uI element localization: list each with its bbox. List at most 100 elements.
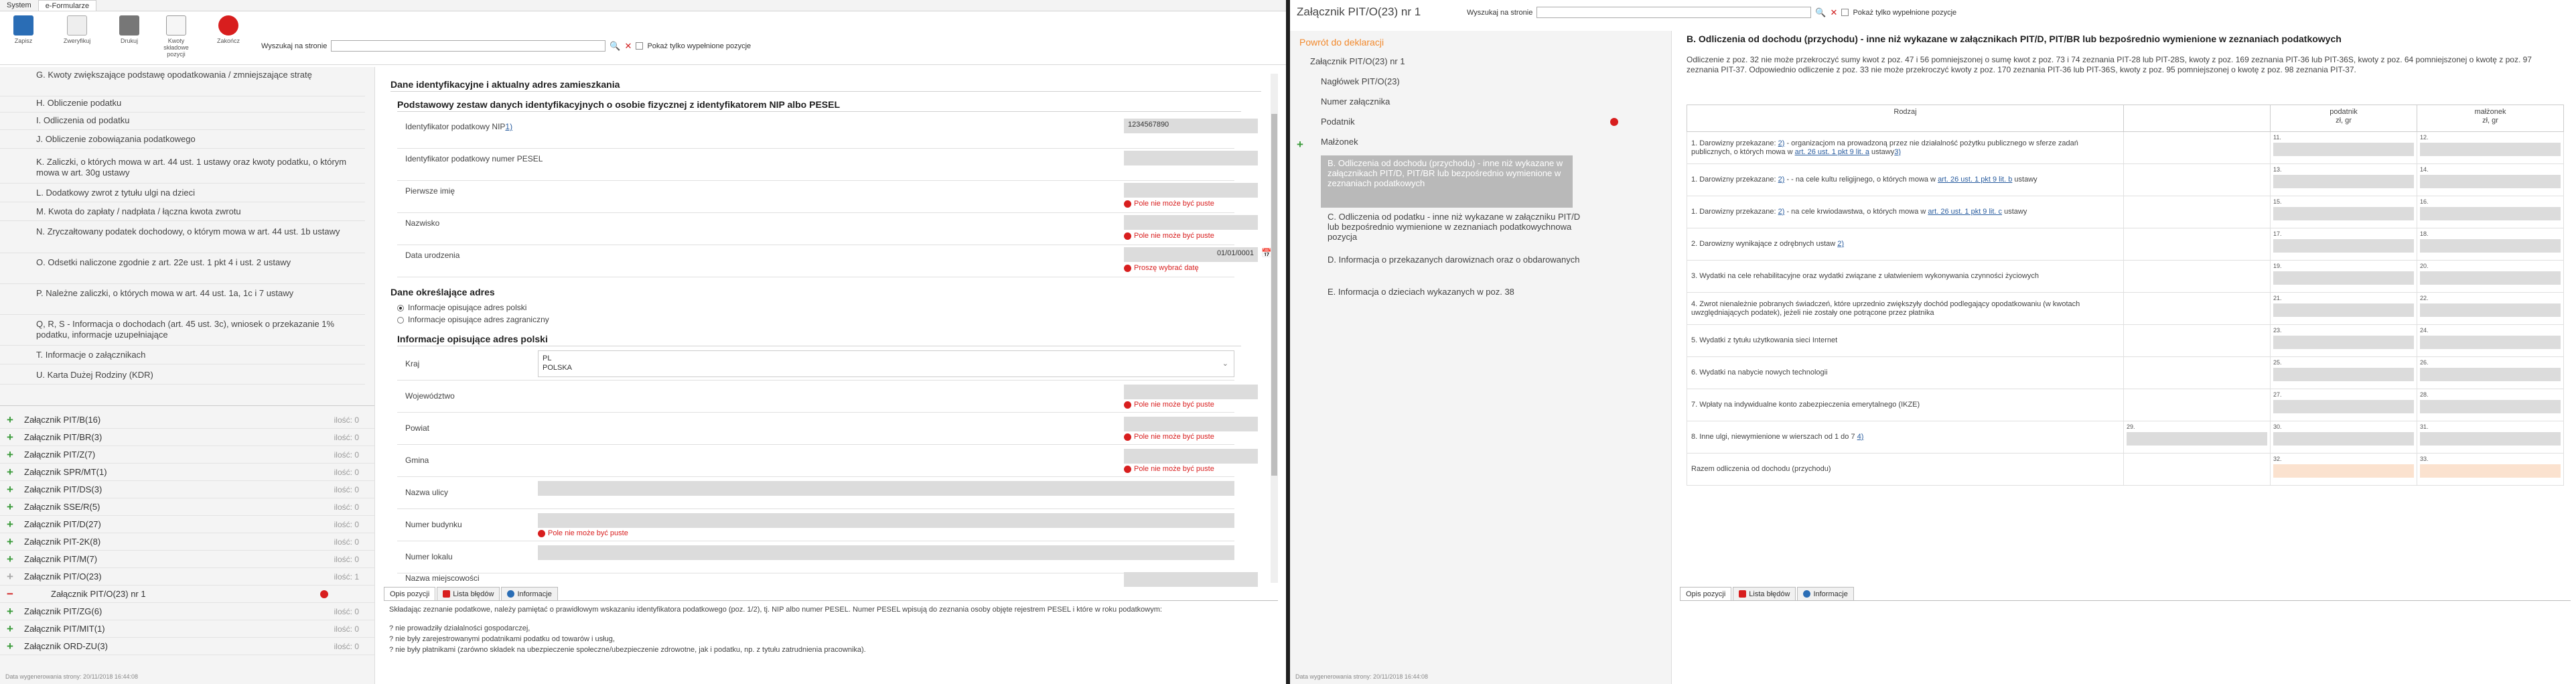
add-icon[interactable]: + [7, 481, 13, 498]
back-to-declaration-link[interactable]: Powrót do deklaracji [1299, 38, 1614, 48]
tab-item-description[interactable]: Opis pozycji [384, 587, 436, 600]
building-number-input[interactable] [538, 513, 1234, 528]
attachment-pit-br[interactable]: + Załącznik PIT/BR(3) ilość: 0 [0, 429, 374, 446]
nav-attachment-root[interactable]: Załącznik PIT/O(23) nr 1 [1310, 56, 1625, 66]
radio-address-polish[interactable]: Informacje opisujące adres polski [397, 303, 526, 312]
footnote-link[interactable]: art. 26 ust. 1 pkt 9 lit. b [1938, 176, 2012, 184]
nip-input[interactable]: 1234567890 [1124, 119, 1258, 133]
nav-section-g[interactable]: G. Kwoty zwiększające podstawę opodatkow… [0, 70, 365, 96]
tab-information[interactable]: Informacje [1797, 587, 1854, 600]
footnote-link[interactable]: art. 26 ust. 1 pkt 9 lit. a [1795, 148, 1869, 156]
nav-section-i[interactable]: I. Odliczenia od podatku [0, 115, 365, 130]
component-amounts-button[interactable]: Kwoty składowe pozycji [158, 15, 194, 58]
remove-icon[interactable]: − [7, 586, 13, 603]
print-button[interactable]: Drukuj [111, 15, 147, 44]
tab-item-description[interactable]: Opis pozycji [1680, 587, 1732, 600]
attachment-pit-o[interactable]: + Załącznik PIT/O(23) ilość: 1 [0, 568, 374, 586]
nav-section-o[interactable]: O. Odsetki naliczone zgodnie z art. 22e … [0, 257, 365, 284]
tab-information[interactable]: Informacje [501, 587, 558, 600]
amount-input[interactable] [2273, 303, 2414, 317]
nav-section-u[interactable]: U. Karta Dużej Rodziny (KDR) [0, 370, 365, 385]
footnote-link[interactable]: 2) [1778, 208, 1785, 216]
amount-input[interactable] [2273, 207, 2414, 220]
amount-input[interactable] [2273, 464, 2414, 478]
search-input[interactable] [331, 40, 606, 52]
only-filled-checkbox[interactable] [1841, 9, 1849, 16]
save-button[interactable]: Zapisz [5, 15, 42, 44]
municipality-input[interactable] [1124, 449, 1258, 464]
nav-section-l[interactable]: L. Dodatkowy zwrot z tytułu ulgi na dzie… [0, 188, 365, 202]
amount-input[interactable] [2420, 303, 2561, 317]
footnote-link[interactable]: 2) [1778, 139, 1785, 147]
amount-input[interactable] [2420, 464, 2561, 478]
radio-address-foreign[interactable]: Informacje opisujące adres zagraniczny [397, 315, 549, 324]
nav-section-qrs[interactable]: Q, R, S - Informacja o dochodach (art. 4… [0, 319, 365, 346]
add-icon[interactable]: + [7, 498, 13, 516]
footnote-link[interactable]: 2) [1837, 240, 1844, 248]
amount-input[interactable] [2273, 175, 2414, 188]
tab-error-list[interactable]: Lista błędów [1733, 587, 1796, 600]
nav-spouse[interactable]: Małżonek [1321, 137, 1636, 147]
amount-input[interactable] [2420, 432, 2561, 446]
attachment-spr-mt[interactable]: + Załącznik SPR/MT(1) ilość: 0 [0, 464, 374, 481]
attachment-pit-2k[interactable]: + Załącznik PIT-2K(8) ilość: 0 [0, 533, 374, 551]
attachment-pit-m[interactable]: + Załącznik PIT/M(7) ilość: 0 [0, 551, 374, 568]
voivodeship-input[interactable] [1124, 385, 1258, 399]
tab-error-list[interactable]: Lista błędów [437, 587, 500, 600]
footnote-link[interactable]: 2) [1778, 176, 1785, 184]
amount-input[interactable] [2273, 400, 2414, 413]
amount-input[interactable] [2273, 336, 2414, 349]
footnote-link[interactable]: 4) [1857, 433, 1864, 441]
search-icon[interactable]: 🔍 [1815, 8, 1826, 17]
add-icon[interactable]: + [1297, 138, 1303, 151]
footnote-link[interactable]: 1) [505, 122, 512, 131]
amount-input[interactable] [2420, 207, 2561, 220]
attachment-pit-ds[interactable]: + Załącznik PIT/DS(3) ilość: 0 [0, 481, 374, 498]
nav-section-m[interactable]: M. Kwota do zapłaty / nadpłata / łączna … [0, 206, 365, 221]
attachment-pit-z[interactable]: + Załącznik PIT/Z(7) ilość: 0 [0, 446, 374, 464]
attachment-pit-o-nr1[interactable]: − Załącznik PIT/O(23) nr 1 [0, 586, 374, 603]
only-filled-checkbox[interactable] [636, 42, 644, 50]
amount-input[interactable] [2273, 143, 2414, 156]
add-icon[interactable]: + [7, 603, 13, 620]
amount-input[interactable] [2420, 271, 2561, 285]
close-app-button[interactable]: Zakończ [210, 15, 246, 44]
add-icon[interactable]: + [7, 446, 13, 464]
country-select[interactable]: PL POLSKA ⌄ [538, 350, 1234, 377]
nav-section-n[interactable]: N. Zryczałtowany podatek dochodowy, o kt… [0, 226, 365, 253]
footnote-link[interactable]: art. 26 ust. 1 pkt 9 lit. c [1928, 208, 2002, 216]
nav-section-c[interactable]: C. Odliczenia od podatku - inne niż wyka… [1328, 212, 1582, 242]
add-icon[interactable]: + [7, 429, 13, 446]
attachment-pit-zg[interactable]: + Załącznik PIT/ZG(6) ilość: 0 [0, 603, 374, 620]
amount-input[interactable] [2420, 239, 2561, 253]
nav-header[interactable]: Nagłówek PIT/O(23) [1321, 76, 1636, 86]
amount-input[interactable] [2420, 368, 2561, 381]
clear-search-icon[interactable]: ✕ [625, 42, 632, 50]
city-input[interactable] [1124, 572, 1258, 587]
attachment-ord-zu[interactable]: + Załącznik ORD-ZU(3) ilość: 0 [0, 638, 374, 655]
add-icon[interactable]: + [7, 551, 13, 568]
attachment-sse-r[interactable]: + Załącznik SSE/R(5) ilość: 0 [0, 498, 374, 516]
amount-input[interactable] [2420, 143, 2561, 156]
nav-section-d[interactable]: D. Informacja o przekazanych darowiznach… [1328, 255, 1582, 265]
attachment-pit-d[interactable]: + Załącznik PIT/D(27) ilość: 0 [0, 516, 374, 533]
surname-input[interactable] [1124, 215, 1258, 230]
amount-input[interactable] [2273, 271, 2414, 285]
nav-section-j[interactable]: J. Obliczenie zobowiązania podatkowego [0, 134, 365, 149]
add-icon[interactable]: + [7, 516, 13, 533]
add-icon[interactable]: + [7, 411, 13, 429]
first-name-input[interactable] [1124, 183, 1258, 198]
search-input[interactable] [1536, 7, 1812, 18]
nav-section-h[interactable]: H. Obliczenie podatku [0, 98, 365, 113]
street-input[interactable] [538, 481, 1234, 496]
menu-tab-system[interactable]: System [0, 0, 38, 11]
verify-button[interactable]: Zweryfikuj [59, 15, 95, 44]
nav-section-k[interactable]: K. Zaliczki, o których mowa w art. 44 us… [0, 157, 365, 184]
footnote-link[interactable]: 3) [1894, 148, 1901, 156]
scrollbar-thumb[interactable] [1271, 114, 1277, 476]
clear-search-icon[interactable]: ✕ [1831, 8, 1838, 17]
add-icon[interactable]: + [7, 464, 13, 481]
menu-tab-e-formularze[interactable]: e-Formularze [38, 0, 97, 11]
content-scrollbar[interactable] [1271, 74, 1278, 583]
nav-section-e[interactable]: E. Informacja o dzieciach wykazanych w p… [1328, 287, 1582, 297]
